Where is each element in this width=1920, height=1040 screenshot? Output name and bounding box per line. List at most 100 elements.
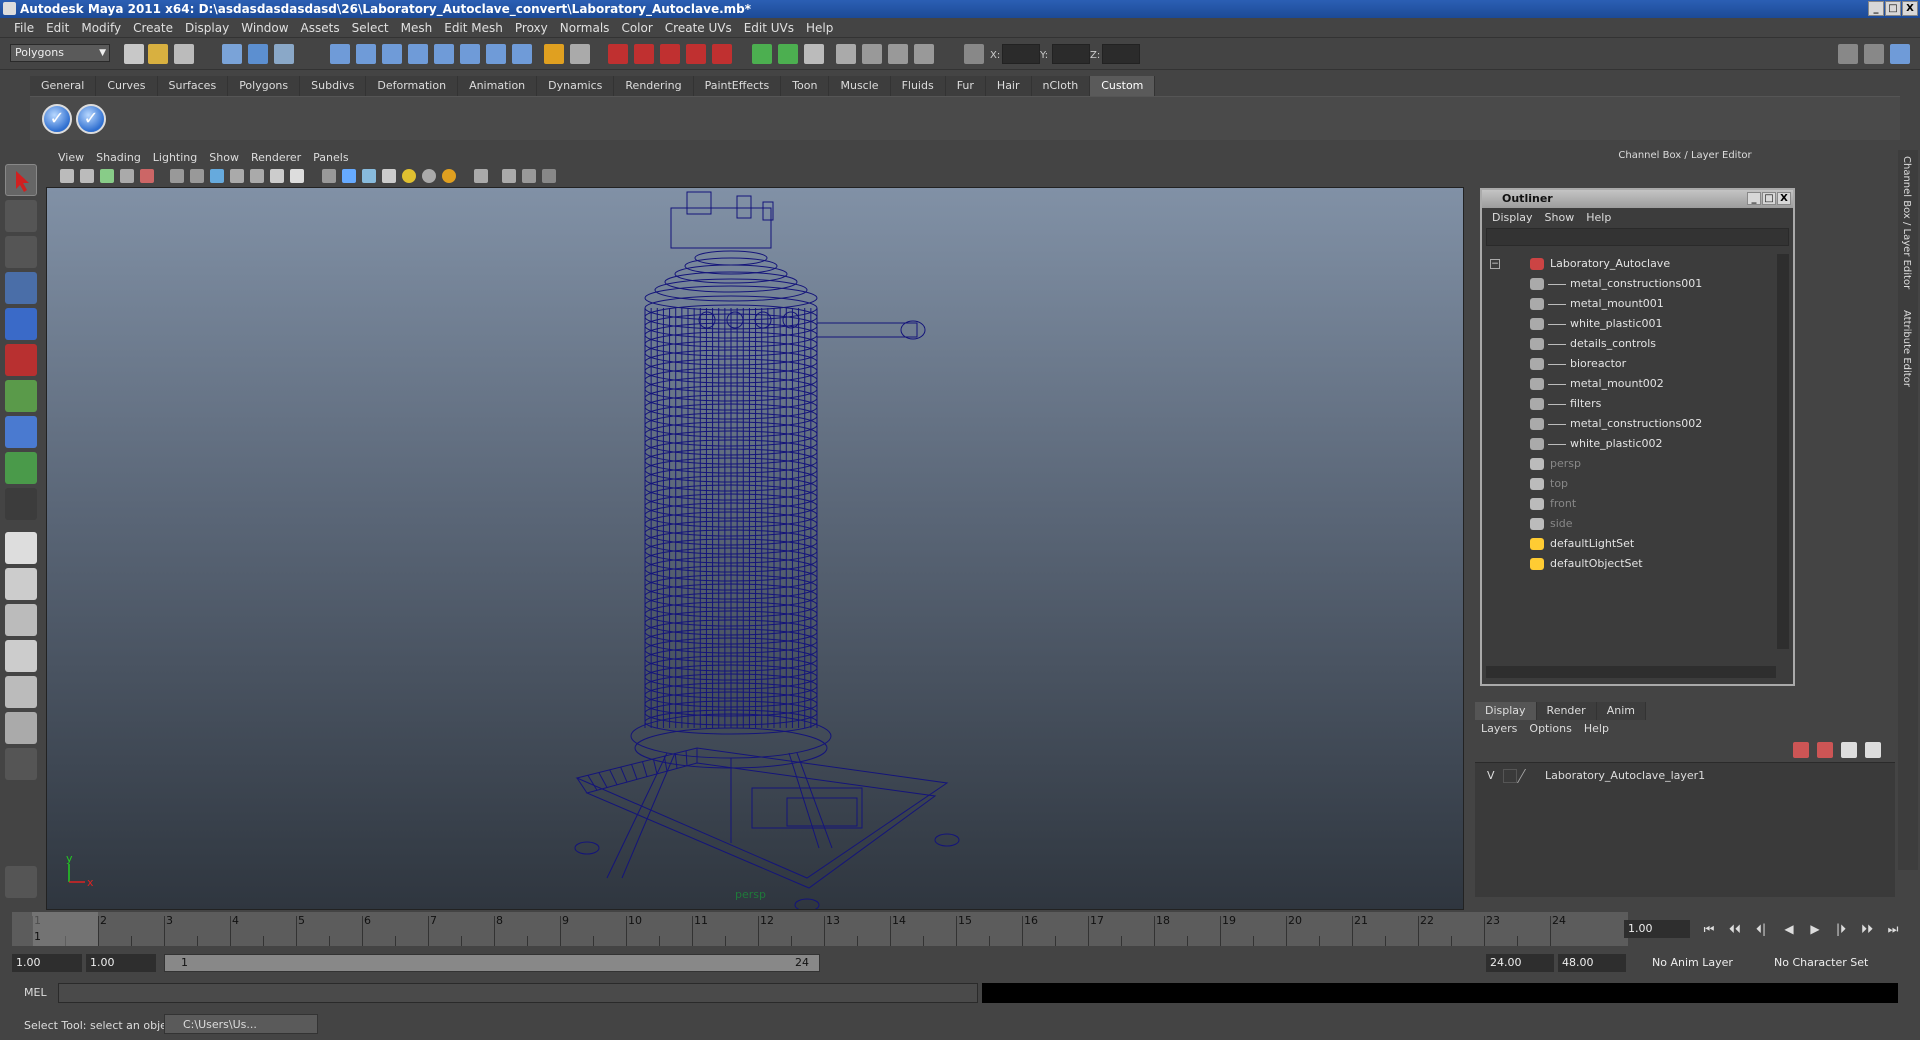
input-output-icon[interactable] (752, 44, 772, 64)
snap-view-plane-icon[interactable] (686, 44, 706, 64)
shelf-tab-dynamics[interactable]: Dynamics (537, 76, 615, 96)
snap-point-icon[interactable] (660, 44, 680, 64)
menu-edit-uvs[interactable]: Edit UVs (738, 21, 800, 35)
shelf-tab-animation[interactable]: Animation (458, 76, 538, 96)
outliner-item[interactable]: top (1484, 474, 1776, 494)
outliner-item[interactable]: metal_constructions002 (1484, 414, 1776, 434)
new-scene-icon[interactable] (124, 44, 144, 64)
mask-deformations-icon[interactable] (434, 44, 454, 64)
menu-mesh[interactable]: Mesh (395, 21, 439, 35)
shelf-tab-surfaces[interactable]: Surfaces (157, 76, 229, 96)
xray-joints-icon[interactable] (522, 169, 536, 183)
outliner-vertical-scrollbar[interactable] (1777, 254, 1789, 649)
menu-edit-mesh[interactable]: Edit Mesh (438, 21, 509, 35)
outliner-item[interactable]: front (1484, 494, 1776, 514)
scale-tool-icon[interactable] (5, 344, 37, 376)
move-tool-icon[interactable] (5, 272, 37, 304)
end-time-field[interactable]: 48.00 (1558, 954, 1626, 972)
bookmarks-icon[interactable] (100, 169, 114, 183)
mask-handles-icon[interactable] (330, 44, 350, 64)
layer-visibility-toggle[interactable]: V (1487, 769, 1495, 782)
maximize-button[interactable]: □ (1885, 1, 1901, 16)
outliner-item[interactable]: persp (1484, 454, 1776, 474)
menu-select[interactable]: Select (346, 21, 395, 35)
gate-mask-icon[interactable] (230, 169, 244, 183)
four-pane-layout-icon[interactable] (5, 568, 37, 600)
mask-joints-icon[interactable] (356, 44, 376, 64)
mask-misc-icon[interactable] (512, 44, 532, 64)
step-forward-frame-icon[interactable]: ⏵⏵ (1858, 922, 1876, 938)
hypershade-icon[interactable] (914, 44, 934, 64)
x-field[interactable] (1002, 44, 1040, 64)
viewport-menu-renderer[interactable]: Renderer (245, 151, 307, 164)
viewport-menu-view[interactable]: View (52, 151, 90, 164)
toggle-tool-settings-icon[interactable] (1864, 44, 1884, 64)
all-lights-icon[interactable] (422, 169, 436, 183)
menu-display[interactable]: Display (179, 21, 235, 35)
default-lighting-icon[interactable] (402, 169, 416, 183)
shelf-tab-ncloth[interactable]: nCloth (1031, 76, 1091, 96)
share-icon[interactable] (542, 169, 556, 183)
outliner-item[interactable]: metal_mount001 (1484, 294, 1776, 314)
outliner-item[interactable]: side (1484, 514, 1776, 534)
outliner-menu-help[interactable]: Help (1580, 211, 1617, 224)
shelf-tab-custom[interactable]: Custom (1090, 76, 1156, 96)
outliner-item[interactable]: − Laboratory_Autoclave (1484, 254, 1776, 274)
menu-modify[interactable]: Modify (75, 21, 127, 35)
anim-layer-selector[interactable]: No Anim Layer (1648, 954, 1760, 972)
layer-row[interactable]: V Laboratory_Autoclave_layer1 (1475, 767, 1895, 785)
playback-start-field[interactable]: 1.00 (86, 954, 156, 972)
outliner-close-button[interactable]: X (1777, 192, 1791, 205)
toggle-attribute-editor-icon[interactable] (1838, 44, 1858, 64)
select-object-icon[interactable] (248, 44, 268, 64)
shelf-tab-fur[interactable]: Fur (945, 76, 986, 96)
shelf-tab-curves[interactable]: Curves (96, 76, 158, 96)
snap-live-icon[interactable] (712, 44, 732, 64)
smooth-shade-icon[interactable] (342, 169, 356, 183)
last-tool-icon[interactable] (5, 488, 37, 520)
expand-collapse-icon[interactable]: − (1490, 259, 1500, 269)
start-time-field[interactable]: 1.00 (12, 954, 82, 972)
menu-file[interactable]: File (8, 21, 40, 35)
viewport-menu-lighting[interactable]: Lighting (147, 151, 203, 164)
mask-rendering-icon[interactable] (486, 44, 506, 64)
safe-title-icon[interactable] (290, 169, 304, 183)
outliner-horizontal-scrollbar[interactable] (1486, 666, 1776, 678)
render-view-icon[interactable] (804, 44, 824, 64)
construction-history-icon[interactable] (778, 44, 798, 64)
minimize-button[interactable]: _ (1868, 1, 1884, 16)
field-chart-icon[interactable] (250, 169, 264, 183)
toggle-channel-box-icon[interactable] (1890, 44, 1910, 64)
y-field[interactable] (1052, 44, 1090, 64)
snap-grid-icon[interactable] (608, 44, 628, 64)
lock-selection-icon[interactable] (544, 44, 564, 64)
select-tool-icon[interactable] (5, 164, 37, 196)
go-to-end-icon[interactable]: ⏭ (1884, 922, 1902, 938)
side-tab-channel-box[interactable]: Channel Box / Layer Editor (1901, 156, 1912, 289)
new-layer-icon[interactable] (1841, 742, 1857, 758)
play-backwards-icon[interactable]: ◀ (1780, 922, 1798, 938)
menu-edit[interactable]: Edit (40, 21, 75, 35)
rotate-tool-icon[interactable] (5, 308, 37, 340)
shelf-tab-fluids[interactable]: Fluids (890, 76, 946, 96)
go-to-start-icon[interactable]: ⏮ (1700, 922, 1718, 938)
show-manipulator-icon[interactable] (5, 452, 37, 484)
save-scene-icon[interactable] (174, 44, 194, 64)
perspective-viewport[interactable]: y x persp (46, 187, 1464, 910)
snap-curve-icon[interactable] (634, 44, 654, 64)
paint-select-tool-icon[interactable] (5, 236, 37, 268)
step-back-key-icon[interactable]: ⏴| (1752, 922, 1770, 938)
film-gate-icon[interactable] (190, 169, 204, 183)
isolate-select-icon[interactable] (474, 169, 488, 183)
custom-check-button-2[interactable]: ✓ (76, 104, 106, 134)
command-input[interactable] (58, 983, 978, 1003)
character-set-selector[interactable]: No Character Set (1770, 954, 1888, 972)
xray-icon[interactable] (502, 169, 516, 183)
z-field[interactable] (1102, 44, 1140, 64)
graph-layout-icon[interactable] (5, 712, 37, 744)
current-frame-indicator[interactable] (32, 912, 98, 946)
outliner-item[interactable]: white_plastic002 (1484, 434, 1776, 454)
menu-assets[interactable]: Assets (295, 21, 346, 35)
camera-attributes-icon[interactable] (80, 169, 94, 183)
render-settings-icon[interactable] (888, 44, 908, 64)
